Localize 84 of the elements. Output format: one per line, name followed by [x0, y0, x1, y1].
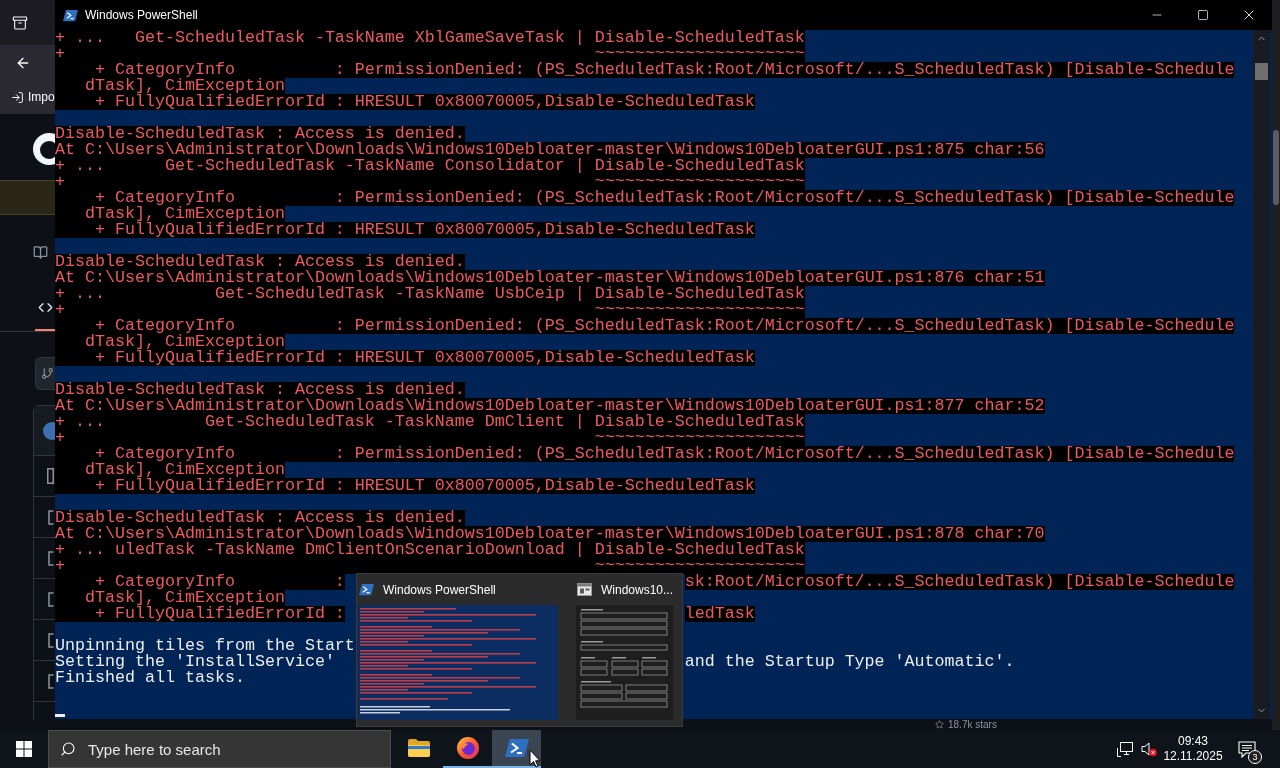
error-text: + ~~~~~~~~~~~~~~~~~~~~~	[55, 558, 805, 574]
error-text: At C:\Users\Administrator\Downloads\Windows10Debloater-master\Windows10DebloaterGUI.ps1:876 char:51	[55, 270, 1045, 286]
error-text: + ... Get-ScheduledTask -TaskName UsbCeip | Disable-ScheduledTask	[55, 286, 805, 302]
error-text: Disable-ScheduledTask : Access is denied.	[55, 126, 465, 142]
error-text: + FullyQualifiedErrorId :	[55, 606, 345, 622]
error-text: + ... uledTask -TaskName DmClientOnScenarioDownload | Disable-ScheduledTask	[55, 542, 805, 558]
file-icon	[47, 468, 54, 484]
error-text: + FullyQualifiedErrorId : HRESULT 0x80070005,Disable-ScheduledTask	[55, 478, 755, 494]
mouse-pointer-icon	[529, 749, 541, 768]
error-text: Disable-ScheduledTask : Access is denied.	[55, 510, 465, 526]
bracket-icon	[48, 673, 54, 689]
output-text: and the Startup Type 'Automatic'.	[684, 654, 1015, 670]
error-text: dTask], CimException	[55, 590, 285, 606]
archive-icon[interactable]	[12, 14, 28, 31]
search-icon	[60, 741, 76, 757]
error-text: At C:\Users\Administrator\Downloads\Windows10Debloater-master\Windows10DebloaterGUI.ps1:878 char:70	[55, 526, 1045, 542]
branch-icon	[41, 367, 54, 380]
window-thumbnail[interactable]	[576, 605, 673, 720]
error-text: At C:\Users\Administrator\Downloads\Windows10Debloater-master\Windows10DebloaterGUI.ps1:877 char:52	[55, 398, 1045, 414]
bracket-icon	[48, 632, 54, 648]
output-text: Finished all tasks.	[55, 670, 245, 686]
error-text: + CategoryInfo : PermissionDenied: (PS_ScheduledTask:Root/Microsoft/...S_ScheduledTask) [Disable-Schedule	[55, 62, 1235, 78]
preview-title[interactable]: Windows PowerShell	[383, 580, 496, 599]
error-text: + FullyQualifiedErrorId : HRESULT 0x80070005,Disable-ScheduledTask	[55, 222, 755, 238]
error-text: sk:Root/Microsoft/...S_ScheduledTask) [Disable-Schedule	[684, 574, 1235, 590]
text-cursor	[55, 714, 65, 717]
error-text: + ... Get-ScheduledTask -TaskName DmClient | Disable-ScheduledTask	[55, 414, 805, 430]
error-text: At C:\Users\Administrator\Downloads\Windows10Debloater-master\Windows10DebloaterGUI.ps1:875 char:56	[55, 142, 1045, 158]
terminal-icon	[359, 583, 374, 596]
error-text: dTask], CimException	[55, 462, 285, 478]
scrollbar-thumb[interactable]	[1255, 63, 1268, 80]
error-text: ledTask	[684, 606, 755, 622]
console-thumbnail[interactable]	[358, 605, 558, 720]
error-text: + FullyQualifiedErrorId : HRESULT 0x80070005,Disable-ScheduledTask	[55, 94, 755, 110]
tab-underline	[35, 329, 55, 331]
folder-icon	[406, 738, 431, 758]
window-icon	[577, 583, 592, 596]
terminal-icon	[504, 738, 529, 758]
error-text: + CategoryInfo :	[55, 574, 345, 590]
output-text: Unpinning tiles from the Start	[55, 638, 355, 654]
browser-scrollbar[interactable]	[1272, 0, 1280, 730]
error-text: + ~~~~~~~~~~~~~~~~~~~~~	[55, 46, 805, 62]
code-icon[interactable]	[38, 300, 53, 315]
error-text: dTask], CimException	[55, 206, 285, 222]
network-icon	[1117, 741, 1133, 757]
bracket-icon	[48, 509, 54, 525]
error-text: + ~~~~~~~~~~~~~~~~~~~~~	[55, 174, 805, 190]
terminal-icon	[63, 8, 78, 22]
error-text: dTask], CimException	[55, 334, 285, 350]
error-text: + CategoryInfo : PermissionDenied: (PS_ScheduledTask:Root/Microsoft/...S_ScheduledTask) [Disable-Schedule	[55, 446, 1235, 462]
taskbar-app-button[interactable]	[492, 730, 541, 768]
branch-button[interactable]	[35, 357, 55, 390]
window-title: Windows PowerShell	[85, 7, 198, 24]
error-text: + CategoryInfo : PermissionDenied: (PS_ScheduledTask:Root/Microsoft/...S_ScheduledTask) [Disable-Schedule	[55, 190, 1235, 206]
preview-title[interactable]: Windows10...	[601, 580, 674, 599]
error-text: dTask], CimException	[55, 78, 285, 94]
bracket-icon	[48, 550, 54, 566]
scrollbar[interactable]	[1253, 30, 1270, 719]
sign-in-icon	[11, 90, 24, 104]
notification-icon	[1238, 740, 1256, 758]
star-icon	[935, 720, 944, 729]
error-text: + ~~~~~~~~~~~~~~~~~~~~~	[55, 302, 805, 318]
windows-logo-icon	[16, 741, 32, 757]
search-field[interactable]: Type here to search	[48, 730, 391, 768]
notification-count-badge: 3	[1248, 750, 1262, 764]
scrollbar-thumb[interactable]	[1273, 130, 1279, 205]
avatar-icon	[43, 421, 55, 440]
book-icon[interactable]	[33, 245, 48, 260]
notifications-button[interactable]: 3	[1225, 730, 1269, 768]
maximize-icon	[1197, 9, 1209, 21]
output-text: Setting the 'InstallService'	[55, 654, 335, 670]
browser-icon	[455, 736, 480, 760]
error-text: + ... Get-ScheduledTask -TaskName Consolidator | Disable-ScheduledTask	[55, 158, 805, 174]
error-text: + FullyQualifiedErrorId : HRESULT 0x80070005,Disable-ScheduledTask	[55, 350, 755, 366]
bracket-icon	[48, 591, 54, 607]
error-text: Disable-ScheduledTask : Access is denied.	[55, 254, 465, 270]
error-text: + CategoryInfo : PermissionDenied: (PS_ScheduledTask:Root/Microsoft/...S_ScheduledTask) [Disable-Schedule	[55, 318, 1235, 334]
clock-button[interactable]: 09:43 12.11.2025	[1161, 730, 1225, 768]
stars-count: 18.7k stars	[948, 719, 997, 730]
error-text: + ... Get-ScheduledTask -TaskName XblGameSaveTask | Disable-ScheduledTask	[55, 30, 805, 46]
notice-banner	[0, 180, 55, 215]
muted-speaker-icon	[1141, 741, 1157, 757]
error-text: + ~~~~~~~~~~~~~~~~~~~~~	[55, 430, 805, 446]
error-text: Disable-ScheduledTask : Access is denied.	[55, 382, 465, 398]
